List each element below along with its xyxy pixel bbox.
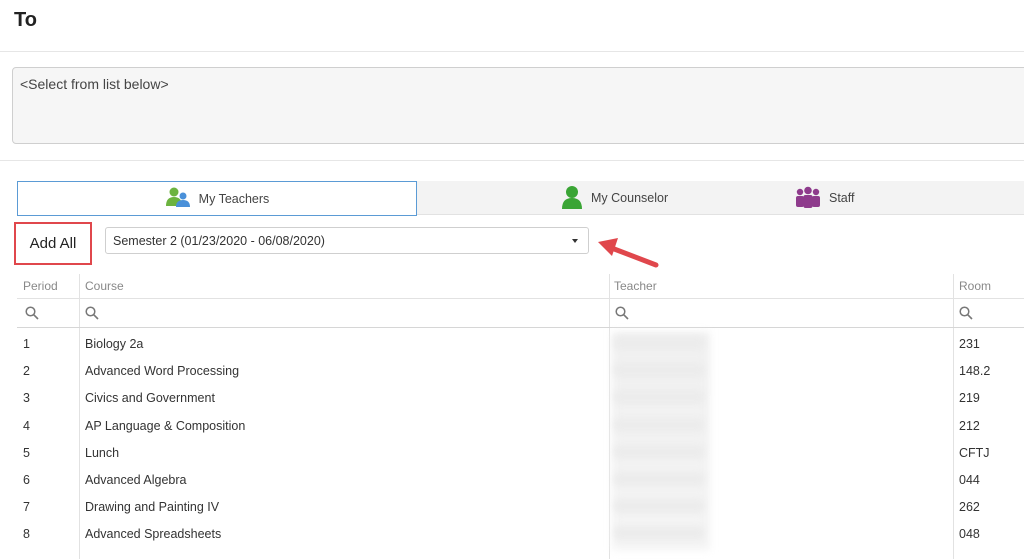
cell-course: Advanced Algebra xyxy=(85,473,187,487)
cell-room: CFTJ xyxy=(959,446,990,460)
divider xyxy=(0,160,1024,161)
recipients-field[interactable]: <Select from list below> xyxy=(12,67,1024,144)
tab-label: My Teachers xyxy=(198,191,270,206)
semester-select[interactable]: Semester 2 (01/23/2020 - 06/08/2020) xyxy=(105,227,589,254)
redacted-name xyxy=(614,499,704,513)
column-header-course[interactable]: Course xyxy=(85,279,124,293)
cell-teacher xyxy=(614,363,704,380)
search-icon[interactable] xyxy=(85,306,99,325)
search-icon[interactable] xyxy=(959,306,973,325)
recipient-tabs: My Teachers My Counselor Staff xyxy=(17,181,1024,216)
chevron-down-icon xyxy=(572,239,578,243)
cell-teacher xyxy=(614,472,704,489)
cell-period: 5 xyxy=(23,446,30,460)
tab-label: Staff xyxy=(829,191,855,205)
cell-period: 7 xyxy=(23,500,30,514)
cell-course: Drawing and Painting IV xyxy=(85,500,220,514)
column-header-teacher[interactable]: Teacher xyxy=(614,279,657,293)
teachers-icon xyxy=(165,186,191,211)
table-filter-row xyxy=(17,300,1024,328)
cell-teacher xyxy=(614,418,704,435)
staff-icon xyxy=(795,186,821,211)
cell-course: Biology 2a xyxy=(85,337,144,351)
redacted-name xyxy=(614,472,704,486)
search-icon[interactable] xyxy=(25,306,39,325)
cell-room: 231 xyxy=(959,337,980,351)
cell-course: AP Language & Composition xyxy=(85,419,246,433)
page-title: To xyxy=(14,9,37,31)
redacted-name xyxy=(614,336,704,350)
recipients-placeholder: <Select from list below> xyxy=(20,76,169,92)
annotation-arrow-icon xyxy=(598,238,659,268)
redacted-name xyxy=(614,445,704,459)
cell-teacher xyxy=(614,499,704,516)
cell-room: 219 xyxy=(959,391,980,405)
search-icon[interactable] xyxy=(615,306,629,325)
redacted-name xyxy=(614,418,704,432)
table-row[interactable]: 4 AP Language & Composition 212 xyxy=(17,412,1024,439)
add-all-highlight: Add All xyxy=(14,222,92,265)
tab-my-teachers[interactable]: My Teachers xyxy=(17,181,417,216)
table-row[interactable]: 7 Drawing and Painting IV 262 xyxy=(17,493,1024,520)
cell-course: Advanced Spreadsheets xyxy=(85,527,222,541)
table-header: Period Course Teacher Room xyxy=(17,274,1024,299)
table-row[interactable]: 8 Advanced Spreadsheets 048 xyxy=(17,520,1024,547)
cell-period: 8 xyxy=(23,527,30,541)
table-row[interactable]: 5 Lunch CFTJ xyxy=(17,439,1024,466)
cell-teacher xyxy=(614,390,704,407)
cell-period: 1 xyxy=(23,337,30,351)
column-header-room[interactable]: Room xyxy=(959,279,991,293)
tab-my-counselor[interactable]: My Counselor xyxy=(561,181,668,215)
cell-period: 2 xyxy=(23,364,30,378)
table-row[interactable]: 1 Biology 2a 231 xyxy=(17,330,1024,357)
cell-course: Advanced Word Processing xyxy=(85,364,240,378)
cell-room: 262 xyxy=(959,500,980,514)
cell-room: 148.2 xyxy=(959,364,991,378)
cell-period: 6 xyxy=(23,473,30,487)
counselor-icon xyxy=(561,185,583,212)
cell-period: 4 xyxy=(23,419,30,433)
cell-course: Civics and Government xyxy=(85,391,215,405)
cell-teacher xyxy=(614,445,704,462)
cell-room: 212 xyxy=(959,419,980,433)
cell-period: 3 xyxy=(23,391,30,405)
add-all-button[interactable]: Add All xyxy=(30,235,77,252)
redacted-name xyxy=(614,390,704,404)
cell-teacher xyxy=(614,526,704,543)
cell-room: 048 xyxy=(959,527,980,541)
redacted-name xyxy=(614,526,704,540)
table-row[interactable]: 6 Advanced Algebra 044 xyxy=(17,466,1024,493)
table-row[interactable]: 2 Advanced Word Processing 148.2 xyxy=(17,357,1024,384)
table-row[interactable]: 3 Civics and Government 219 xyxy=(17,384,1024,411)
cell-room: 044 xyxy=(959,473,980,487)
tab-staff[interactable]: Staff xyxy=(795,181,854,215)
semester-select-value: Semester 2 (01/23/2020 - 06/08/2020) xyxy=(113,234,325,248)
cell-teacher xyxy=(614,336,704,353)
cell-course: Lunch xyxy=(85,446,120,460)
column-header-period[interactable]: Period xyxy=(23,279,58,293)
tab-label: My Counselor xyxy=(591,191,669,205)
divider xyxy=(0,51,1024,52)
redacted-name xyxy=(614,363,704,377)
